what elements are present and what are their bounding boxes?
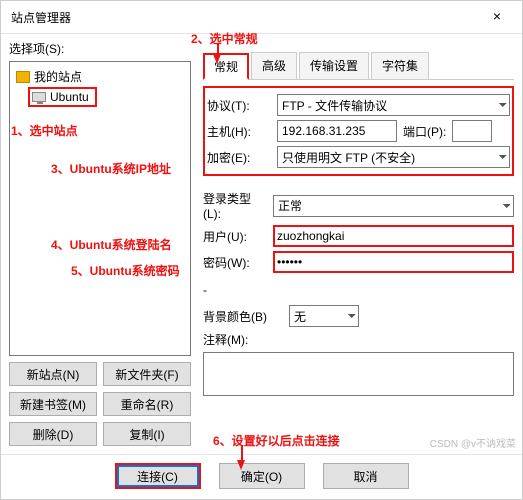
connect-button[interactable]: 连接(C) [115, 463, 201, 489]
left-pane: 选择项(S): 我的站点 Ubuntu 新站点(N) 新文件夹(F) 新建书签(… [1, 34, 199, 454]
tree-root-label: 我的站点 [34, 68, 82, 85]
window-title: 站点管理器 [11, 9, 71, 26]
right-pane: 常规 高级 传输设置 字符集 协议(T): 主机(H): 端口(P): [199, 34, 522, 454]
host-label: 主机(H): [207, 123, 271, 140]
form-area: 协议(T): 主机(H): 端口(P): 加密(E): [203, 80, 514, 450]
port-label: 端口(P): [403, 123, 446, 140]
password-label: 密码(W): [203, 254, 267, 271]
bottom-bar: 连接(C) 确定(O) 取消 [1, 454, 522, 499]
tab-transfer[interactable]: 传输设置 [299, 52, 369, 79]
new-bookmark-button[interactable]: 新建书签(M) [9, 392, 97, 416]
logon-type-select[interactable] [273, 195, 514, 217]
server-icon [32, 92, 46, 102]
tabs: 常规 高级 传输设置 字符集 [203, 52, 514, 80]
site-tree[interactable]: 我的站点 Ubuntu [9, 61, 191, 356]
cancel-button[interactable]: 取消 [323, 463, 409, 489]
body: 选择项(S): 我的站点 Ubuntu 新站点(N) 新文件夹(F) 新建书签(… [1, 34, 522, 454]
delete-button[interactable]: 删除(D) [9, 422, 97, 446]
separator: - [203, 283, 209, 297]
watermark: CSDN @v不讷戏菜 [430, 435, 516, 450]
folder-icon [16, 71, 30, 83]
copy-button[interactable]: 复制(I) [103, 422, 191, 446]
ok-button[interactable]: 确定(O) [219, 463, 305, 489]
tree-item-ubuntu[interactable]: Ubuntu [28, 87, 97, 107]
comment-textarea[interactable] [203, 352, 514, 396]
user-label: 用户(U): [203, 228, 267, 245]
tab-advanced[interactable]: 高级 [251, 52, 297, 79]
tree-item-label: Ubuntu [50, 90, 89, 104]
encryption-select[interactable] [277, 146, 510, 168]
protocol-select[interactable] [277, 94, 510, 116]
user-input[interactable] [273, 225, 514, 247]
bgcolor-label: 背景颜色(B) [203, 308, 283, 325]
password-input[interactable] [273, 251, 514, 273]
site-manager-window: 站点管理器 × 选择项(S): 我的站点 Ubuntu 新站点(N) 新文件夹(… [0, 0, 523, 500]
logon-type-label: 登录类型(L): [203, 190, 267, 221]
select-entry-label: 选择项(S): [9, 40, 191, 57]
host-input[interactable] [277, 120, 397, 142]
new-folder-button[interactable]: 新文件夹(F) [103, 362, 191, 386]
new-site-button[interactable]: 新站点(N) [9, 362, 97, 386]
left-buttons: 新站点(N) 新文件夹(F) 新建书签(M) 重命名(R) 删除(D) 复制(I… [9, 362, 191, 446]
tree-root[interactable]: 我的站点 [12, 66, 188, 87]
port-input[interactable] [452, 120, 492, 142]
tab-general[interactable]: 常规 [203, 53, 249, 80]
comment-label: 注释(M): [203, 331, 267, 348]
titlebar: 站点管理器 × [1, 1, 522, 34]
close-icon[interactable]: × [482, 7, 512, 27]
rename-button[interactable]: 重命名(R) [103, 392, 191, 416]
bgcolor-select[interactable] [289, 305, 359, 327]
protocol-label: 协议(T): [207, 97, 271, 114]
tab-charset[interactable]: 字符集 [371, 52, 429, 79]
encryption-label: 加密(E): [207, 149, 271, 166]
protocol-group-box: 协议(T): 主机(H): 端口(P): 加密(E): [203, 86, 514, 176]
